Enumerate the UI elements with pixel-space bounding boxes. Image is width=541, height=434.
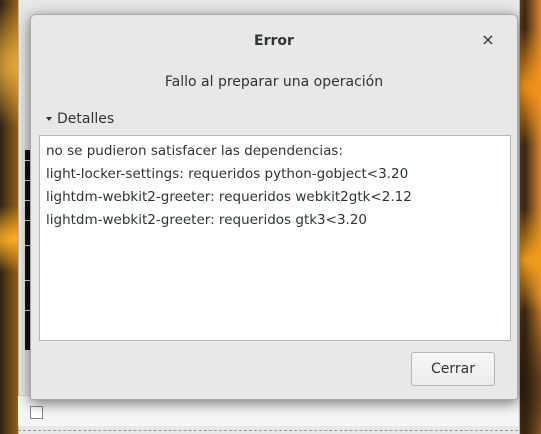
- chevron-down-icon: [45, 114, 55, 124]
- dialog-header: Error ×: [31, 15, 517, 67]
- close-icon[interactable]: ×: [479, 31, 497, 49]
- details-text-view[interactable]: no se pudieron satisfacer las dependenci…: [39, 135, 511, 341]
- details-line: light-locker-settings: requeridos python…: [46, 166, 409, 182]
- dialog-title: Error: [254, 33, 294, 49]
- details-line: no se pudieron satisfacer las dependenci…: [46, 143, 343, 159]
- close-button[interactable]: Cerrar: [411, 352, 495, 386]
- details-expander[interactable]: Detalles: [45, 111, 114, 127]
- error-message: Fallo al preparar una operación: [164, 74, 384, 90]
- details-expander-label: Detalles: [57, 111, 115, 127]
- details-line: lightdm-webkit2-greeter: requeridos webk…: [46, 189, 412, 205]
- error-dialog: Error × Fallo al preparar una operación …: [30, 14, 518, 400]
- background-divider: [18, 430, 518, 431]
- details-line: lightdm-webkit2-greeter: requeridos gtk3…: [46, 212, 368, 228]
- background-checkbox: [30, 406, 43, 419]
